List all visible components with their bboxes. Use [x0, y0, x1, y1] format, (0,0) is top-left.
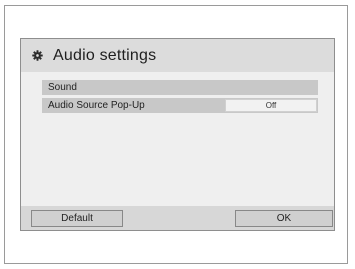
sound-section-label: Sound: [48, 82, 77, 93]
default-button[interactable]: Default: [31, 210, 123, 227]
ok-button[interactable]: OK: [235, 210, 333, 227]
audio-settings-dialog: Audio settings Sound Audio Source Pop-Up…: [20, 38, 335, 231]
dialog-title-bar: Audio settings: [21, 39, 334, 72]
dialog-title: Audio settings: [53, 46, 157, 64]
audio-source-popup-label: Audio Source Pop-Up: [48, 100, 145, 111]
audio-source-popup-setting[interactable]: Audio Source Pop-Up Off: [42, 98, 318, 113]
settings-list: Sound Audio Source Pop-Up Off: [21, 72, 334, 206]
sound-section-header: Sound: [42, 80, 318, 95]
audio-source-popup-value[interactable]: Off: [225, 99, 317, 112]
gear-icon: [32, 50, 43, 61]
